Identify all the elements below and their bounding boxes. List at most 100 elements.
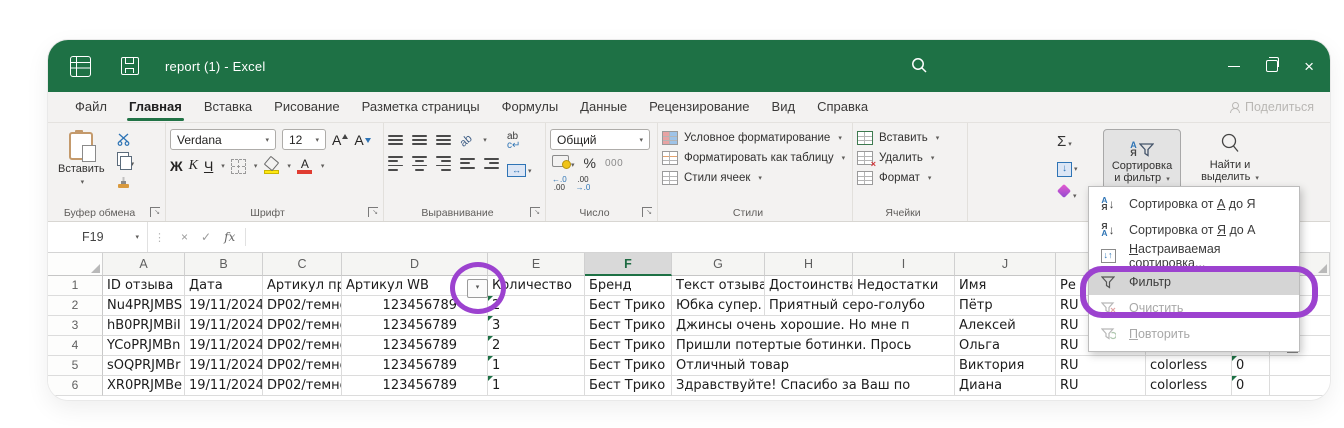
cell[interactable]: 0: [1232, 356, 1270, 376]
cell[interactable]: 123456789: [342, 336, 488, 356]
col-header-C[interactable]: C: [263, 253, 342, 276]
delete-cells-button[interactable]: × Удалить ▾: [857, 151, 963, 165]
cell[interactable]: Артикул продавца: [263, 276, 342, 296]
tab-review[interactable]: Рецензирование: [638, 94, 760, 120]
cell[interactable]: Приятный серо-голубо: [765, 296, 955, 316]
name-box[interactable]: F19 ▾: [48, 222, 148, 252]
share-button[interactable]: Поделиться: [1230, 100, 1314, 114]
decrease-indent-button[interactable]: [460, 158, 475, 168]
cell[interactable]: Текст отзыва: [672, 276, 765, 296]
cell[interactable]: 19/11/2024: [185, 356, 263, 376]
col-header-E[interactable]: E: [488, 253, 585, 276]
cell[interactable]: Бест Трико: [585, 336, 672, 356]
underline-button[interactable]: Ч: [204, 158, 213, 174]
align-center-button[interactable]: [412, 156, 427, 171]
cell[interactable]: Здравствуйте! Спасибо за Ваш по: [672, 376, 955, 396]
cell[interactable]: DP02/темно: [263, 376, 342, 396]
restore-button[interactable]: [1266, 60, 1278, 72]
autosum-button[interactable]: Σ▾: [1057, 133, 1072, 151]
row-header[interactable]: 3: [48, 316, 103, 336]
number-format-select[interactable]: Общий▾: [550, 129, 650, 150]
cell[interactable]: Имя: [955, 276, 1056, 296]
tab-page-layout[interactable]: Разметка страницы: [351, 94, 491, 120]
cell[interactable]: 0: [1232, 376, 1270, 396]
row-header[interactable]: 4: [48, 336, 103, 356]
cell[interactable]: Диана: [955, 376, 1056, 396]
align-left-button[interactable]: [388, 156, 403, 171]
cell[interactable]: 19/11/2024: [185, 296, 263, 316]
font-family-select[interactable]: Verdana▾: [170, 129, 276, 150]
insert-function-button[interactable]: fx: [224, 230, 235, 244]
menu-item-sort-za[interactable]: ЯА ↓ Сортировка от Я до А: [1089, 217, 1299, 243]
clipboard-dialog-launcher[interactable]: ↘: [150, 207, 160, 217]
cell[interactable]: DP02/темно: [263, 296, 342, 316]
cell[interactable]: 19/11/2024: [185, 336, 263, 356]
cell[interactable]: Бест Трико: [585, 356, 672, 376]
tab-file[interactable]: Файл: [64, 94, 118, 120]
col-header-H[interactable]: H: [765, 253, 853, 276]
menu-item-sort-az[interactable]: АЯ ↓ Сортировка от А до Я: [1089, 191, 1299, 217]
save-icon[interactable]: [121, 57, 139, 75]
grow-font-button[interactable]: А: [332, 132, 348, 148]
cell[interactable]: 123456789: [342, 316, 488, 336]
tab-insert[interactable]: Вставка: [193, 94, 263, 120]
cell[interactable]: 123456789: [342, 356, 488, 376]
cell[interactable]: Дата: [185, 276, 263, 296]
alignment-dialog-launcher[interactable]: ↘: [530, 207, 540, 217]
tab-view[interactable]: Вид: [761, 94, 807, 120]
cell[interactable]: 1: [488, 356, 585, 376]
row-header[interactable]: 5: [48, 356, 103, 376]
align-middle-button[interactable]: [412, 135, 427, 145]
format-as-table-button[interactable]: Форматировать как таблицу ▾: [662, 151, 848, 165]
col-header-A[interactable]: A: [103, 253, 185, 276]
merge-center-button[interactable]: ↔▾: [507, 160, 532, 178]
formula-bar-grip[interactable]: ⋮: [154, 231, 165, 244]
col-header-J[interactable]: J: [955, 253, 1056, 276]
align-bottom-button[interactable]: [436, 135, 451, 145]
format-cells-button[interactable]: Формат ▾: [857, 171, 963, 185]
cell[interactable]: Недостатки: [853, 276, 955, 296]
cell[interactable]: 1: [488, 376, 585, 396]
percent-style-button[interactable]: %: [584, 155, 596, 171]
cell[interactable]: 123456789: [342, 376, 488, 396]
paste-button[interactable]: Вставить ▾: [52, 129, 111, 205]
cell-styles-button[interactable]: Стили ячеек ▾: [662, 171, 848, 185]
italic-button[interactable]: К: [189, 158, 198, 174]
cell[interactable]: Бест Трико: [585, 296, 672, 316]
cell[interactable]: ID отзыва: [103, 276, 185, 296]
align-right-button[interactable]: [436, 156, 451, 171]
row-header[interactable]: 2: [48, 296, 103, 316]
cancel-entry-button[interactable]: ×: [181, 230, 188, 244]
cell[interactable]: Юбка супер.: [672, 296, 765, 316]
cell[interactable]: Джинсы очень хорошие. Но мне п: [672, 316, 955, 336]
minimize-button[interactable]: [1228, 66, 1240, 67]
copy-button[interactable]: ▾: [117, 152, 135, 171]
cell[interactable]: RU: [1056, 356, 1146, 376]
cell[interactable]: XR0PRJMBe: [103, 376, 185, 396]
cell[interactable]: Бренд: [585, 276, 672, 296]
tab-data[interactable]: Данные: [569, 94, 638, 120]
cell[interactable]: 19/11/2024: [185, 316, 263, 336]
font-size-select[interactable]: 12▾: [282, 129, 326, 150]
cell[interactable]: Пётр: [955, 296, 1056, 316]
font-dialog-launcher[interactable]: ↘: [368, 207, 378, 217]
cell[interactable]: Бест Трико: [585, 376, 672, 396]
col-header-F-selected[interactable]: F: [585, 253, 672, 276]
borders-button[interactable]: [231, 159, 246, 174]
cell[interactable]: Nu4PRJMBS: [103, 296, 185, 316]
cell[interactable]: colorless: [1146, 376, 1232, 396]
tab-draw[interactable]: Рисование: [263, 94, 350, 120]
cell[interactable]: sOQPRJMBr: [103, 356, 185, 376]
cell[interactable]: Ольга: [955, 336, 1056, 356]
cell[interactable]: 3: [488, 316, 585, 336]
align-top-button[interactable]: [388, 135, 403, 145]
cell[interactable]: DP02/темно: [263, 336, 342, 356]
col-header-B[interactable]: B: [185, 253, 263, 276]
col-header-G[interactable]: G: [672, 253, 765, 276]
cell[interactable]: hB0PRJMBiI: [103, 316, 185, 336]
cell[interactable]: Пришли потертые ботинки. Прось: [672, 336, 955, 356]
cell[interactable]: Достоинства: [765, 276, 853, 296]
shrink-font-button[interactable]: А: [354, 132, 370, 148]
cell[interactable]: Виктория: [955, 356, 1056, 376]
cell[interactable]: colorless: [1146, 356, 1232, 376]
